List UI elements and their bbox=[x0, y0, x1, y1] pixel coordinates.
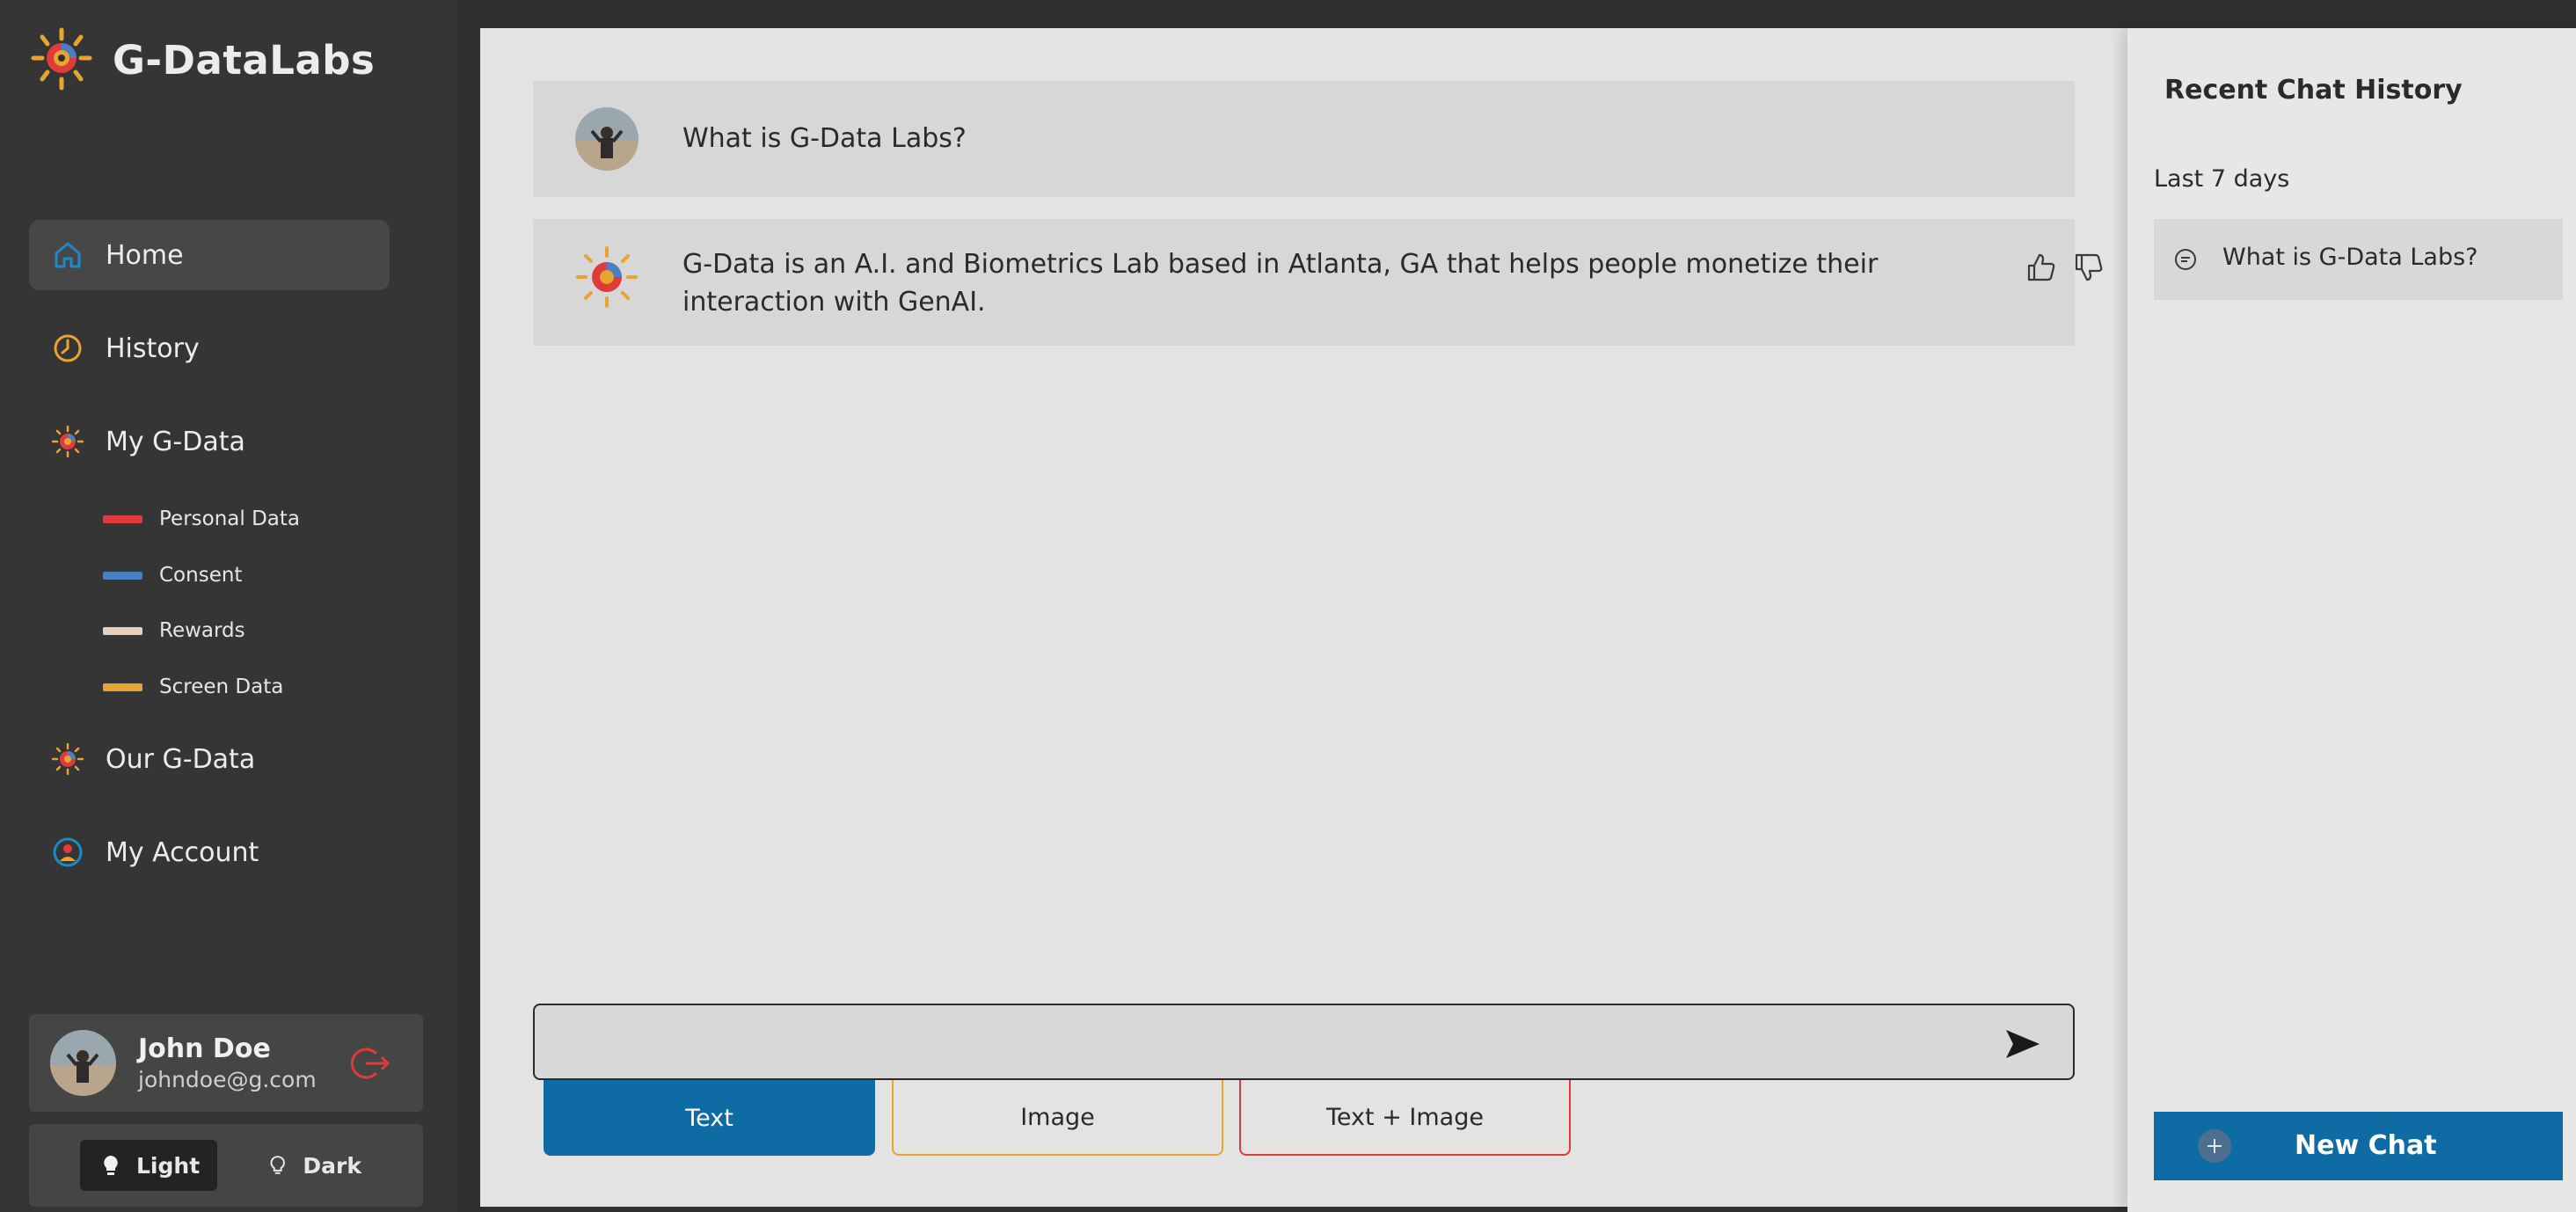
history-item[interactable]: What is G-Data Labs? bbox=[2154, 219, 2563, 300]
gdata-logo-icon bbox=[52, 743, 84, 775]
nav-my-account[interactable]: My Account bbox=[29, 817, 390, 887]
nav-my-account-label: My Account bbox=[106, 836, 259, 868]
dark-theme-button[interactable]: Dark bbox=[247, 1140, 361, 1191]
chat-bubble-icon bbox=[2175, 249, 2196, 270]
mode-image-button[interactable]: Image bbox=[892, 1080, 1223, 1156]
send-icon[interactable] bbox=[2004, 1028, 2041, 1060]
user-email: johndoe@g.com bbox=[138, 1067, 317, 1092]
nav-home[interactable]: Home bbox=[29, 220, 390, 290]
lightbulb-filled-icon bbox=[104, 1156, 118, 1175]
theme-switcher: Light Dark bbox=[29, 1124, 423, 1207]
nav-home-label: Home bbox=[106, 239, 184, 271]
user-name: John Doe bbox=[138, 1033, 271, 1064]
assistant-avatar bbox=[575, 245, 639, 309]
dark-theme-label: Dark bbox=[303, 1152, 361, 1179]
chat-area: What is G-Data Labs? G-Data is an A.I. a… bbox=[480, 28, 2127, 1207]
history-period-label: Last 7 days bbox=[2154, 165, 2290, 193]
assistant-message: G-Data is an A.I. and Biometrics Lab bas… bbox=[533, 219, 2103, 346]
nav-our-gdata[interactable]: Our G-Data bbox=[29, 724, 390, 794]
sub-item-consent[interactable]: Consent bbox=[103, 558, 242, 593]
sub-item-label: Rewards bbox=[159, 619, 245, 642]
thumbs-up-icon[interactable] bbox=[2025, 251, 2058, 284]
avatar[interactable] bbox=[50, 1030, 116, 1096]
gdata-logo-icon bbox=[576, 246, 638, 308]
nav-my-gdata[interactable]: My G-Data bbox=[29, 406, 390, 477]
light-theme-label: Light bbox=[136, 1152, 201, 1179]
app-name: G-DataLabs bbox=[113, 36, 376, 84]
history-item-label: What is G-Data Labs? bbox=[2222, 244, 2478, 271]
mode-text-image-button[interactable]: Text + Image bbox=[1239, 1080, 1571, 1156]
user-message: What is G-Data Labs? bbox=[533, 81, 2075, 197]
sub-item-rewards[interactable]: Rewards bbox=[103, 613, 245, 648]
user-photo-icon bbox=[50, 1030, 116, 1096]
sub-item-label: Consent bbox=[159, 564, 243, 587]
mode-text-button[interactable]: Text bbox=[544, 1080, 875, 1156]
lightbulb-outline-icon bbox=[270, 1156, 285, 1174]
sub-item-screen-data[interactable]: Screen Data bbox=[103, 669, 283, 705]
sub-item-label: Personal Data bbox=[159, 507, 301, 530]
app-logo[interactable]: G-DataLabs bbox=[28, 26, 375, 93]
nav-my-gdata-label: My G-Data bbox=[106, 426, 245, 457]
sidebar: G-DataLabs Home History My G-Data Person… bbox=[0, 0, 457, 1212]
nav-history-label: History bbox=[106, 332, 200, 364]
gdata-logo-icon bbox=[52, 426, 84, 457]
user-message-text: What is G-Data Labs? bbox=[682, 123, 967, 154]
chat-input-box bbox=[533, 1004, 2075, 1080]
light-theme-button[interactable]: Light bbox=[80, 1140, 217, 1191]
color-bar bbox=[103, 626, 142, 635]
color-bar bbox=[103, 683, 142, 691]
new-chat-label: New Chat bbox=[2295, 1130, 2437, 1161]
plus-icon bbox=[2198, 1129, 2231, 1163]
sub-item-personal-data[interactable]: Personal Data bbox=[103, 501, 300, 537]
user-photo-icon bbox=[575, 107, 639, 171]
gdata-logo-icon bbox=[31, 27, 92, 91]
account-icon bbox=[53, 837, 83, 867]
assistant-message-text: G-Data is an A.I. and Biometrics Lab bas… bbox=[682, 249, 1879, 318]
home-icon bbox=[55, 242, 81, 268]
history-panel: Recent Chat History Last 7 days What is … bbox=[2127, 28, 2576, 1212]
chat-input[interactable] bbox=[556, 1021, 1963, 1063]
history-panel-title: Recent Chat History bbox=[2164, 75, 2463, 106]
thumbs-down-icon[interactable] bbox=[2072, 251, 2105, 284]
new-chat-button[interactable]: New Chat bbox=[2154, 1112, 2563, 1180]
history-icon bbox=[54, 334, 82, 362]
logout-icon[interactable] bbox=[349, 1042, 391, 1084]
user-card: John Doe johndoe@g.com bbox=[29, 1014, 423, 1112]
nav-our-gdata-label: Our G-Data bbox=[106, 743, 256, 775]
nav-history[interactable]: History bbox=[29, 313, 390, 383]
sub-item-label: Screen Data bbox=[159, 675, 284, 698]
avatar bbox=[575, 107, 639, 171]
color-bar bbox=[103, 571, 142, 580]
color-bar bbox=[103, 515, 142, 523]
